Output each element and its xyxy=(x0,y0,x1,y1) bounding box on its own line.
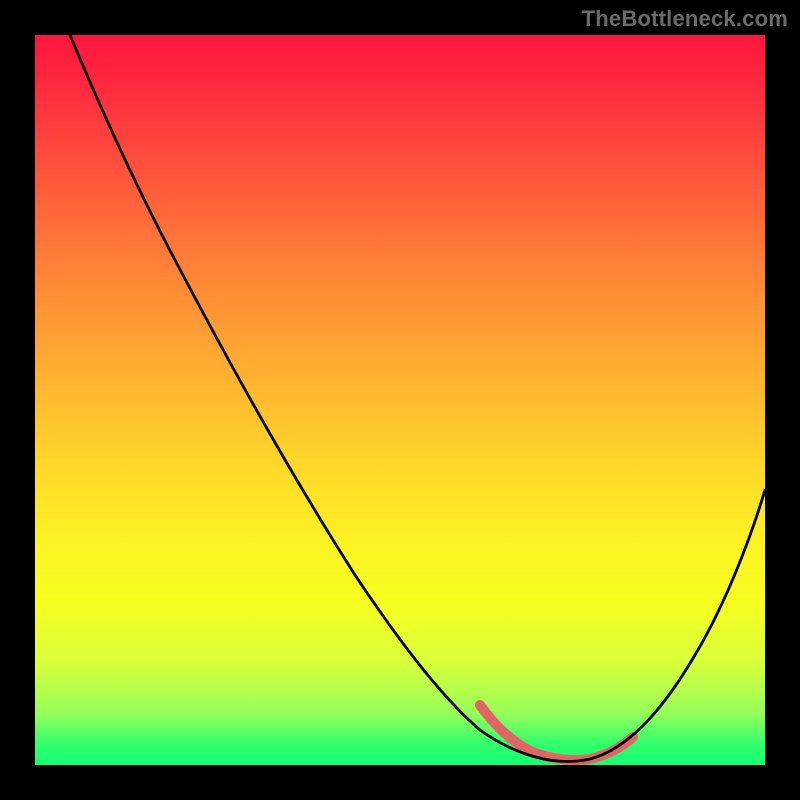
chart-frame: TheBottleneck.com xyxy=(0,0,800,800)
curve-layer xyxy=(35,35,765,765)
watermark-text: TheBottleneck.com xyxy=(582,6,788,32)
plot-area xyxy=(35,35,765,765)
bottleneck-curve xyxy=(70,35,765,761)
